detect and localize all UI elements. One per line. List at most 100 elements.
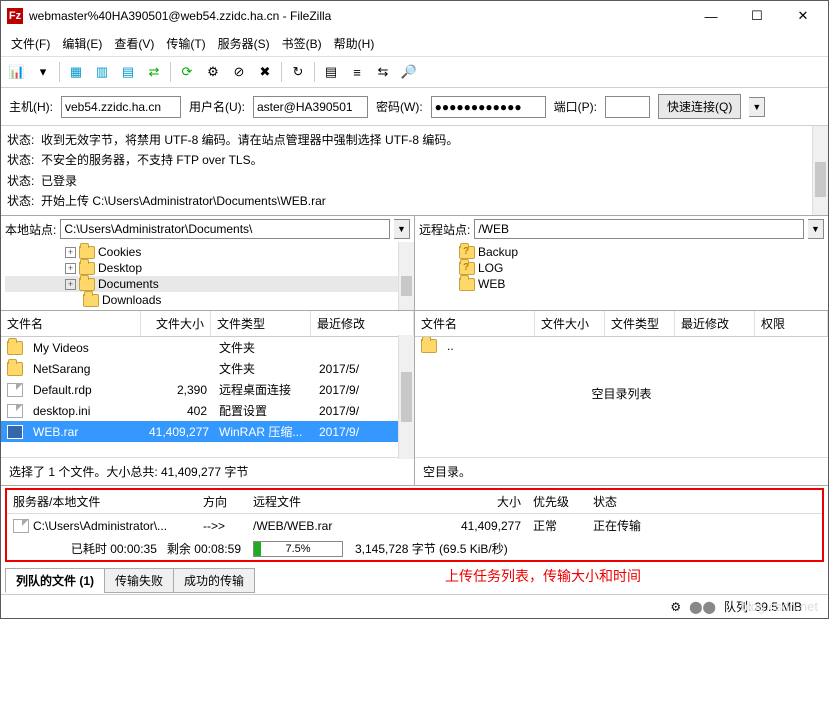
col-size[interactable]: 文件大小	[535, 311, 605, 336]
site-manager-icon[interactable]: 📊	[5, 60, 29, 84]
tree-item[interactable]: Cookies	[98, 245, 141, 259]
quickconnect-dropdown[interactable]: ▼	[749, 97, 765, 117]
minimize-button[interactable]: —	[688, 1, 734, 31]
col-size[interactable]: 大小	[427, 493, 527, 510]
separator	[314, 62, 315, 82]
title-bar[interactable]: Fz webmaster%40HA390501@web54.zzidc.ha.c…	[1, 1, 828, 31]
local-columns[interactable]: 文件名 文件大小 文件类型 最近修改	[1, 311, 414, 337]
annotation-text: 上传任务列表，传输大小和时间	[258, 564, 828, 594]
file-row[interactable]: NetSarang文件夹2017/5/	[1, 358, 414, 379]
tab-success[interactable]: 成功的传输	[173, 568, 255, 593]
toggle-queue-icon[interactable]: ⇄	[142, 60, 166, 84]
file-row[interactable]: Default.rdp2,390远程桌面连接2017/9/	[1, 379, 414, 400]
col-mod[interactable]: 最近修改	[675, 311, 755, 336]
col-pri[interactable]: 优先级	[527, 493, 587, 510]
menu-bookmarks[interactable]: 书签(B)	[276, 33, 328, 54]
app-icon: Fz	[7, 8, 23, 24]
col-mod[interactable]: 最近修改	[311, 311, 414, 336]
expand-icon[interactable]: +	[65, 263, 76, 274]
transfer-size: 41,409,277	[427, 519, 527, 533]
toggle-log-icon[interactable]: ▦	[64, 60, 88, 84]
folder-icon	[7, 341, 23, 355]
col-size[interactable]: 文件大小	[141, 311, 211, 336]
tree-item[interactable]: Backup	[478, 245, 518, 259]
toggle-tree-local-icon[interactable]: ▥	[90, 60, 114, 84]
menu-view[interactable]: 查看(V)	[108, 33, 160, 54]
app-window: Fz webmaster%40HA390501@web54.zzidc.ha.c…	[0, 0, 829, 619]
expand-icon[interactable]: +	[65, 279, 76, 290]
menu-file[interactable]: 文件(F)	[5, 33, 56, 54]
remote-file-list[interactable]: .. 空目录列表	[415, 337, 828, 457]
col-remote[interactable]: 远程文件	[247, 493, 427, 510]
remote-columns[interactable]: 文件名 文件大小 文件类型 最近修改 权限	[415, 311, 828, 337]
search-icon[interactable]: 🔎	[397, 60, 421, 84]
file-row[interactable]: desktop.ini402配置设置2017/9/	[1, 400, 414, 421]
file-row[interactable]: My Videos文件夹	[1, 337, 414, 358]
col-dir[interactable]: 方向	[197, 493, 247, 510]
local-file-list[interactable]: My Videos文件夹 NetSarang文件夹2017/5/ Default…	[1, 337, 414, 457]
status-bar: ⚙ ⬤⬤ 队列: 39.5 MiB blog.csdn.net	[1, 594, 828, 618]
col-perm[interactable]: 权限	[755, 311, 828, 336]
menu-server[interactable]: 服务器(S)	[212, 33, 276, 54]
local-path-input[interactable]	[60, 219, 390, 239]
transfer-queue: 服务器/本地文件 方向 远程文件 大小 优先级 状态 C:\Users\Admi…	[5, 488, 824, 562]
tab-failed[interactable]: 传输失败	[104, 568, 174, 593]
reconnect-icon[interactable]: ↻	[286, 60, 310, 84]
file-row-selected[interactable]: WEB.rar41,409,277WinRAR 压缩...2017/9/	[1, 421, 414, 442]
process-queue-icon[interactable]: ⚙	[201, 60, 225, 84]
separator	[281, 62, 282, 82]
remote-path-input[interactable]	[474, 219, 804, 239]
tree-item[interactable]: Downloads	[102, 293, 161, 307]
sync-browse-icon[interactable]: ⇆	[371, 60, 395, 84]
dropdown-icon[interactable]: ▾	[31, 60, 55, 84]
col-file[interactable]: 服务器/本地文件	[7, 493, 197, 510]
col-type[interactable]: 文件类型	[211, 311, 311, 336]
close-button[interactable]: ✕	[780, 1, 826, 31]
transfer-columns[interactable]: 服务器/本地文件 方向 远程文件 大小 优先级 状态	[7, 490, 822, 514]
scrollbar[interactable]	[398, 242, 414, 310]
col-status[interactable]: 状态	[587, 493, 623, 510]
quickconnect-button[interactable]: 快速连接(Q)	[658, 94, 741, 119]
folder-icon	[83, 294, 99, 307]
parent-dir-row[interactable]: ..	[415, 337, 828, 355]
tree-item[interactable]: Documents	[98, 277, 159, 291]
local-tree[interactable]: + Cookies + Desktop + Documents Downloads	[1, 242, 414, 310]
host-input[interactable]	[61, 96, 181, 118]
remote-tree[interactable]: Backup LOG WEB	[415, 242, 828, 310]
folder-icon	[79, 246, 95, 259]
port-input[interactable]	[605, 96, 650, 118]
toggle-tree-remote-icon[interactable]: ▤	[116, 60, 140, 84]
tree-item[interactable]: Desktop	[98, 261, 142, 275]
scrollbar[interactable]	[812, 126, 828, 215]
host-label: 主机(H):	[9, 98, 53, 115]
scrollbar[interactable]	[398, 335, 414, 459]
user-input[interactable]	[253, 96, 368, 118]
pass-input[interactable]	[431, 96, 546, 118]
disconnect-icon[interactable]: ✖	[253, 60, 277, 84]
cancel-icon[interactable]: ⊘	[227, 60, 251, 84]
transfer-bytes: 3,145,728 字节 (69.5 KiB/秒)	[349, 540, 514, 557]
menu-transfer[interactable]: 传输(T)	[160, 33, 211, 54]
folder-icon	[459, 278, 475, 291]
tab-queued[interactable]: 列队的文件 (1)	[5, 568, 105, 593]
transfer-remote: /WEB/WEB.rar	[247, 519, 427, 533]
col-type[interactable]: 文件类型	[605, 311, 675, 336]
tree-item[interactable]: LOG	[478, 261, 503, 275]
col-name[interactable]: 文件名	[415, 311, 535, 336]
log-text: 开始上传 C:\Users\Administrator\Documents\WE…	[41, 194, 326, 208]
status-log[interactable]: 状态: 收到无效字节，将禁用 UTF-8 编码。请在站点管理器中强制选择 UTF…	[1, 126, 828, 216]
refresh-icon[interactable]: ⟳	[175, 60, 199, 84]
archive-icon	[7, 425, 23, 439]
menu-edit[interactable]: 编辑(E)	[56, 33, 108, 54]
filter-icon[interactable]: ▤	[319, 60, 343, 84]
expand-icon[interactable]: +	[65, 247, 76, 258]
menu-help[interactable]: 帮助(H)	[328, 33, 381, 54]
maximize-button[interactable]: ☐	[734, 1, 780, 31]
col-name[interactable]: 文件名	[1, 311, 141, 336]
remote-tree-pane: 远程站点: ▼ Backup LOG WEB	[415, 216, 828, 310]
local-path-dropdown[interactable]: ▼	[394, 219, 410, 239]
compare-icon[interactable]: ≡	[345, 60, 369, 84]
remote-path-dropdown[interactable]: ▼	[808, 219, 824, 239]
tree-item[interactable]: WEB	[478, 277, 505, 291]
transfer-row[interactable]: C:\Users\Administrator\... -->> /WEB/WEB…	[7, 514, 822, 537]
